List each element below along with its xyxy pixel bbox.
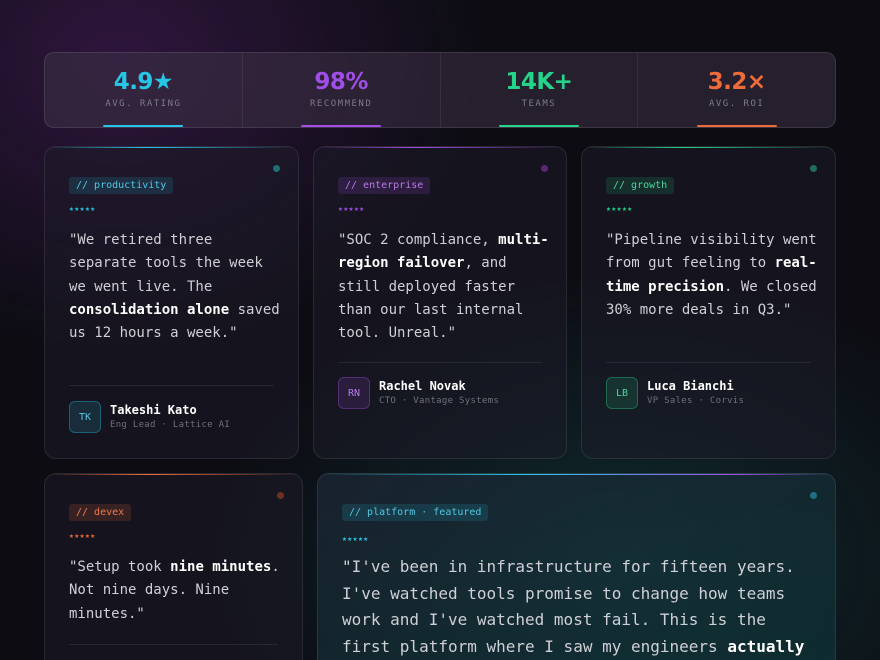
star-rating: ★★★★★ xyxy=(342,534,369,543)
category-tag: // devex xyxy=(69,504,132,521)
avatar: TK xyxy=(69,401,101,433)
quote-highlight: actually xyxy=(727,636,805,656)
quote-highlight: nine minutes xyxy=(170,559,272,575)
category-tag: // enterprise xyxy=(338,177,431,194)
quote-highlight: consolidation alone xyxy=(69,301,230,318)
star-rating: ★★★★★ xyxy=(69,531,96,540)
stat-avg-rating: 4.9★ AVG. RATING xyxy=(45,53,243,127)
stat-accent-bar xyxy=(301,125,382,127)
status-dot xyxy=(273,165,280,172)
testimonial-quote: "SOC 2 compliance, multi-region failover… xyxy=(338,229,550,345)
testimonial-card-devex: // devex ★★★★★ "Setup took nine minutes.… xyxy=(44,473,303,660)
divider xyxy=(606,362,811,363)
divider xyxy=(69,385,274,386)
author-role: Eng Lead · Lattice AI xyxy=(110,420,231,430)
stat-value: 4.9★ xyxy=(113,69,174,95)
author-name: Rachel Novak xyxy=(379,379,466,393)
testimonial-quote: "Setup took nine minutes. Not nine days.… xyxy=(69,556,281,626)
stat-label: RECOMMEND xyxy=(309,99,373,109)
stat-label: AVG. RATING xyxy=(105,99,182,109)
category-tag: // productivity xyxy=(69,177,174,194)
status-dot xyxy=(277,492,284,499)
stat-teams: 14K+ TEAMS xyxy=(441,53,639,127)
stat-avg-roi: 3.2× AVG. ROI xyxy=(638,53,835,127)
quote-text: "Setup took xyxy=(69,559,171,575)
star-rating: ★★★★★ xyxy=(69,204,96,213)
stat-accent-bar xyxy=(103,125,184,127)
stats-bar: 4.9★ AVG. RATING 98% RECOMMEND 14K+ TEAM… xyxy=(44,52,836,128)
quote-text: "We retired three separate tools the wee… xyxy=(69,232,263,295)
stat-label: TEAMS xyxy=(521,99,557,109)
avatar: LB xyxy=(606,377,638,409)
avatar: RN xyxy=(338,377,370,409)
testimonial-card-enterprise: // enterprise ★★★★★ "SOC 2 compliance, m… xyxy=(313,146,567,459)
star-rating: ★★★★★ xyxy=(338,204,365,213)
stat-value: 3.2× xyxy=(707,69,767,95)
testimonial-card-featured: // platform · featured ★★★★★ "I've been … xyxy=(317,473,836,660)
testimonial-quote: "Pipeline visibility went from gut feeli… xyxy=(606,229,818,322)
status-dot xyxy=(810,492,817,499)
stat-value: 98% xyxy=(314,69,368,95)
star-rating: ★★★★★ xyxy=(606,204,633,213)
stat-value: 14K+ xyxy=(505,69,573,95)
author-name: Luca Bianchi xyxy=(647,379,734,393)
divider xyxy=(338,362,542,363)
quote-text: "SOC 2 compliance, xyxy=(338,232,499,248)
testimonial-quote: "We retired three separate tools the wee… xyxy=(69,229,281,345)
testimonial-quote: "I've been in infrastructure for fifteen… xyxy=(342,554,822,660)
status-dot xyxy=(541,165,548,172)
stat-label: AVG. ROI xyxy=(708,99,765,109)
stat-accent-bar xyxy=(696,125,777,127)
author-role: CTO · Vantage Systems xyxy=(379,396,500,406)
category-tag: // platform · featured xyxy=(342,504,489,521)
testimonial-card-growth: // growth ★★★★★ "Pipeline visibility wen… xyxy=(581,146,836,459)
category-tag: // growth xyxy=(606,177,675,194)
author-name: Takeshi Kato xyxy=(110,403,197,417)
divider xyxy=(69,644,278,645)
author-role: VP Sales · Corvis xyxy=(647,396,745,406)
testimonial-card-productivity: // productivity ★★★★★ "We retired three … xyxy=(44,146,299,459)
stat-accent-bar xyxy=(498,125,579,127)
stat-recommend: 98% RECOMMEND xyxy=(243,53,441,127)
status-dot xyxy=(810,165,817,172)
